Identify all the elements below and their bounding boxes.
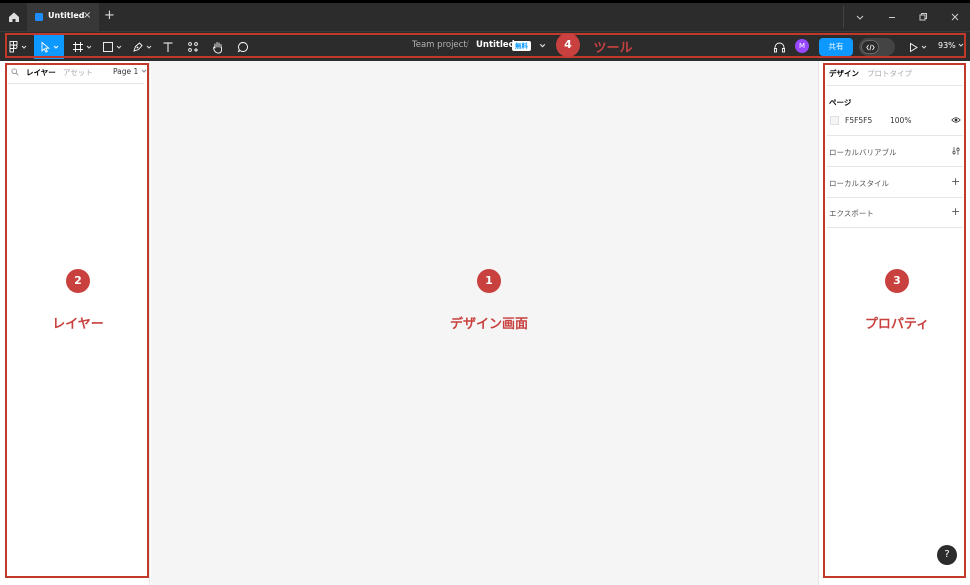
tools-annotation-frame — [5, 33, 966, 58]
annotation-label-tools: ツール — [593, 41, 633, 56]
home-icon[interactable] — [6, 9, 22, 25]
chevron-down-icon[interactable] — [852, 9, 868, 25]
annotation-number-2: 2 — [66, 269, 90, 293]
file-tab[interactable]: Untitled × — [27, 3, 99, 31]
annotation-label-canvas: デザイン画面 — [449, 317, 529, 332]
restore-icon[interactable] — [915, 9, 931, 25]
annotation-label-properties: プロパティ — [864, 317, 930, 332]
title-bar: Untitled × + — [0, 0, 970, 31]
new-tab-icon[interactable]: + — [104, 8, 115, 23]
annotation-number-1: 1 — [477, 269, 501, 293]
tab-close-icon[interactable]: × — [83, 10, 91, 21]
tab-title: Untitled — [48, 11, 85, 20]
close-window-icon[interactable] — [947, 9, 963, 25]
minimize-icon[interactable] — [884, 9, 900, 25]
window-separator — [843, 6, 844, 28]
annotation-number-4: 4 — [556, 33, 580, 57]
annotation-number-3: 3 — [885, 269, 909, 293]
figma-file-icon — [35, 13, 43, 21]
annotation-label-layers: レイヤー — [52, 317, 104, 332]
